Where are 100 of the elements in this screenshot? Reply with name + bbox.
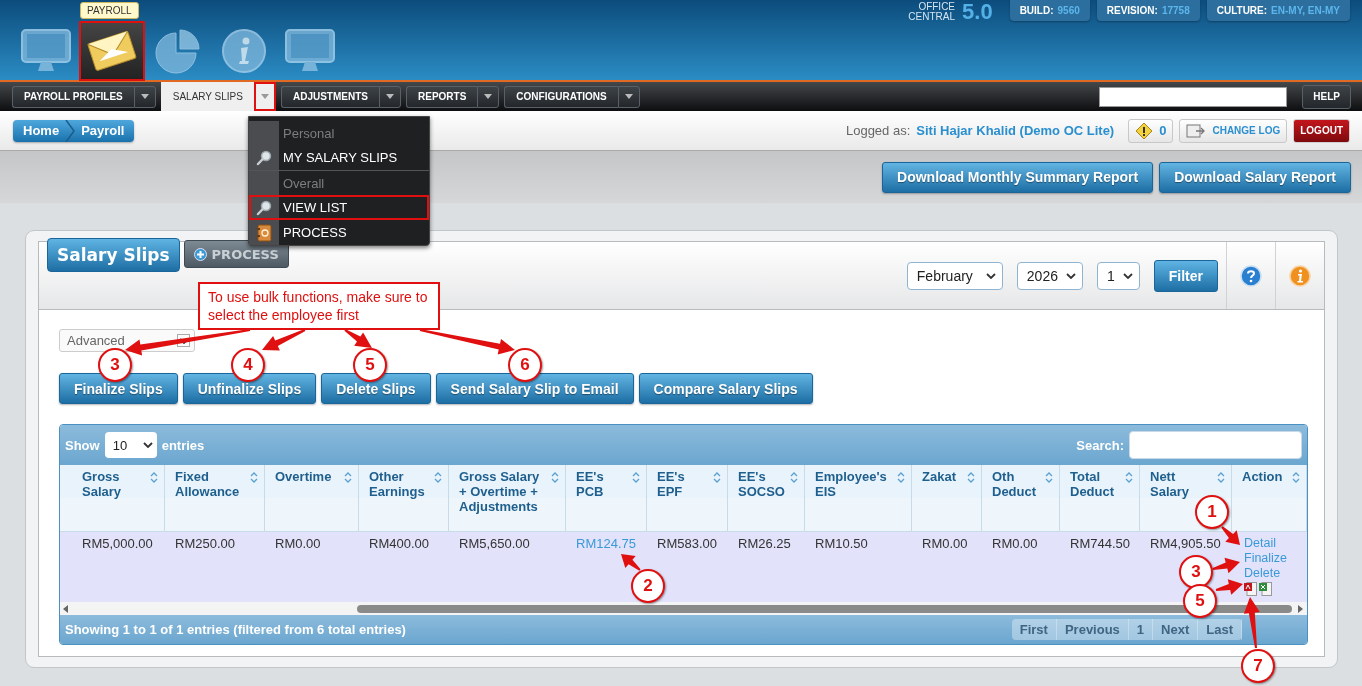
amount-link[interactable]: RM124.75	[576, 536, 636, 551]
column-header: Nett Salary	[1150, 469, 1191, 499]
table-search-field[interactable]	[1129, 431, 1302, 459]
dropdown-caret-button[interactable]	[379, 85, 401, 108]
bulk-action-button[interactable]: Send Salary Slip to Email	[435, 373, 634, 404]
menu-item[interactable]: VIEW LIST	[249, 195, 429, 220]
annotation-arrow	[1215, 579, 1243, 595]
caret-icon	[260, 94, 269, 99]
tooltip: PAYROLL	[80, 2, 139, 19]
annotation-arrow	[1212, 557, 1240, 574]
search-icon	[256, 149, 272, 166]
annotation-arrow	[1221, 526, 1240, 545]
breadcrumb-link[interactable]: Home	[23, 123, 60, 138]
sort-icon[interactable]	[1217, 471, 1225, 484]
nav-tab[interactable]: CONFIGURATIONS	[504, 85, 618, 108]
sort-icon[interactable]	[434, 471, 442, 484]
caret-icon	[140, 94, 149, 99]
panel-title-tab[interactable]: Salary Slips	[47, 238, 180, 272]
pager-button[interactable]: Next	[1153, 619, 1199, 640]
pdf-icon[interactable]	[1244, 582, 1257, 596]
change-log-button[interactable]: CHANGE LOG	[1179, 118, 1288, 143]
bulk-action-button[interactable]: Finalize Slips	[59, 373, 178, 404]
pager-button[interactable]: Last	[1198, 619, 1242, 640]
plus-icon	[193, 247, 207, 261]
year-select[interactable]: 2026	[1016, 261, 1083, 290]
warning-icon	[1135, 121, 1154, 140]
annotation-arrow	[344, 329, 372, 348]
alerts-button[interactable]: 0	[1128, 118, 1174, 143]
number-select[interactable]: 1	[1096, 261, 1140, 290]
sort-icon[interactable]	[632, 471, 640, 484]
address-book-icon	[256, 223, 272, 242]
column-header: EE's PCB	[576, 469, 605, 499]
sort-icon[interactable]	[250, 471, 258, 484]
column-header: Gross Salary + Overtime + Adjustments	[459, 469, 541, 514]
bulk-action-button[interactable]: Unfinalize Slips	[182, 373, 317, 404]
column-header: Employee's EIS	[815, 469, 888, 499]
dropdown-caret-button[interactable]	[133, 85, 156, 108]
column-header: EE's EPF	[657, 469, 686, 499]
pager-button[interactable]: 1	[1128, 619, 1154, 640]
table-cell: RM10.50	[805, 532, 912, 602]
help-icon[interactable]	[1240, 264, 1262, 287]
process-button[interactable]: PROCESS	[183, 240, 289, 268]
nav-tab[interactable]: PAYROLL PROFILES	[12, 85, 134, 108]
nav-tab[interactable]: ADJUSTMENTS	[280, 85, 379, 108]
sort-icon[interactable]	[1125, 471, 1133, 484]
info-label: BUILD:	[1019, 5, 1054, 16]
download-button[interactable]: Download Salary Report	[1159, 161, 1351, 193]
sort-icon[interactable]	[897, 471, 905, 484]
spreadsheet-icon[interactable]	[1259, 582, 1272, 596]
logout-button[interactable]: LOGOUT	[1293, 118, 1350, 143]
table-cell: RM0.00	[982, 532, 1060, 602]
logged-as-label: Logged as:	[845, 123, 911, 138]
bulk-action-button[interactable]: Delete Slips	[321, 373, 431, 404]
page-size-select[interactable]: 10	[104, 432, 157, 458]
table-cell: RM744.50	[1060, 532, 1140, 602]
show-label: Show	[65, 437, 100, 453]
nav-tab[interactable]: REPORTS	[406, 85, 478, 108]
menu-heading: Personal	[249, 121, 429, 145]
bulk-action-button[interactable]: Compare Salary Slips	[638, 373, 813, 404]
filter-button[interactable]: Filter	[1153, 259, 1218, 292]
dropdown-caret-button[interactable]	[617, 85, 640, 108]
menu-heading: Overall	[249, 171, 429, 195]
search-field[interactable]	[1099, 86, 1288, 107]
chevron-down-icon[interactable]	[1065, 272, 1076, 279]
download-button[interactable]: Download Monthly Summary Report	[882, 161, 1154, 193]
app-name: OFFICE CENTRAL	[907, 0, 956, 22]
entries-label: entries	[161, 437, 205, 453]
sort-icon[interactable]	[344, 471, 352, 484]
column-header: Zakat	[922, 469, 956, 484]
sort-icon[interactable]	[150, 471, 158, 484]
pager-button[interactable]: First	[1011, 619, 1057, 640]
version-number: 5.0	[962, 0, 993, 24]
menu-item[interactable]: MY SALARY SLIPS	[249, 145, 429, 170]
month-select[interactable]: February	[906, 261, 1003, 290]
column-header: Oth Deduct	[992, 469, 1038, 499]
pager-button[interactable]: Previous	[1056, 619, 1129, 640]
help-button[interactable]: HELP	[1302, 84, 1351, 109]
nav-tab[interactable]: SALARY SLIPS	[160, 82, 254, 111]
chevron-down-icon[interactable]	[142, 442, 153, 448]
annotation-arrow	[1243, 597, 1260, 649]
module-tile[interactable]	[80, 22, 144, 80]
action-link[interactable]: Detail	[1244, 536, 1276, 551]
sort-icon[interactable]	[1292, 471, 1300, 484]
user-name-link[interactable]: Siti Hajar Khalid (Demo OC Lite)	[916, 123, 1115, 138]
chevron-down-icon[interactable]	[1122, 272, 1133, 279]
chevron-down-icon[interactable]	[985, 272, 996, 279]
sort-icon[interactable]	[713, 471, 721, 484]
sort-icon[interactable]	[551, 471, 559, 484]
sort-icon[interactable]	[790, 471, 798, 484]
breadcrumb-link[interactable]: Payroll	[81, 123, 125, 138]
info-value: EN-MY, EN-MY	[1271, 5, 1340, 16]
sort-icon[interactable]	[1045, 471, 1053, 484]
sort-icon[interactable]	[967, 471, 975, 484]
dropdown-caret-button[interactable]	[477, 85, 500, 108]
info-icon[interactable]	[1289, 264, 1311, 287]
column-header: Other Earnings	[369, 469, 426, 499]
column-header: EE's SOCSO	[738, 469, 786, 499]
info-value: 9560	[1057, 5, 1080, 16]
action-link[interactable]: Delete	[1244, 566, 1281, 581]
action-link[interactable]: Finalize	[1244, 551, 1288, 566]
